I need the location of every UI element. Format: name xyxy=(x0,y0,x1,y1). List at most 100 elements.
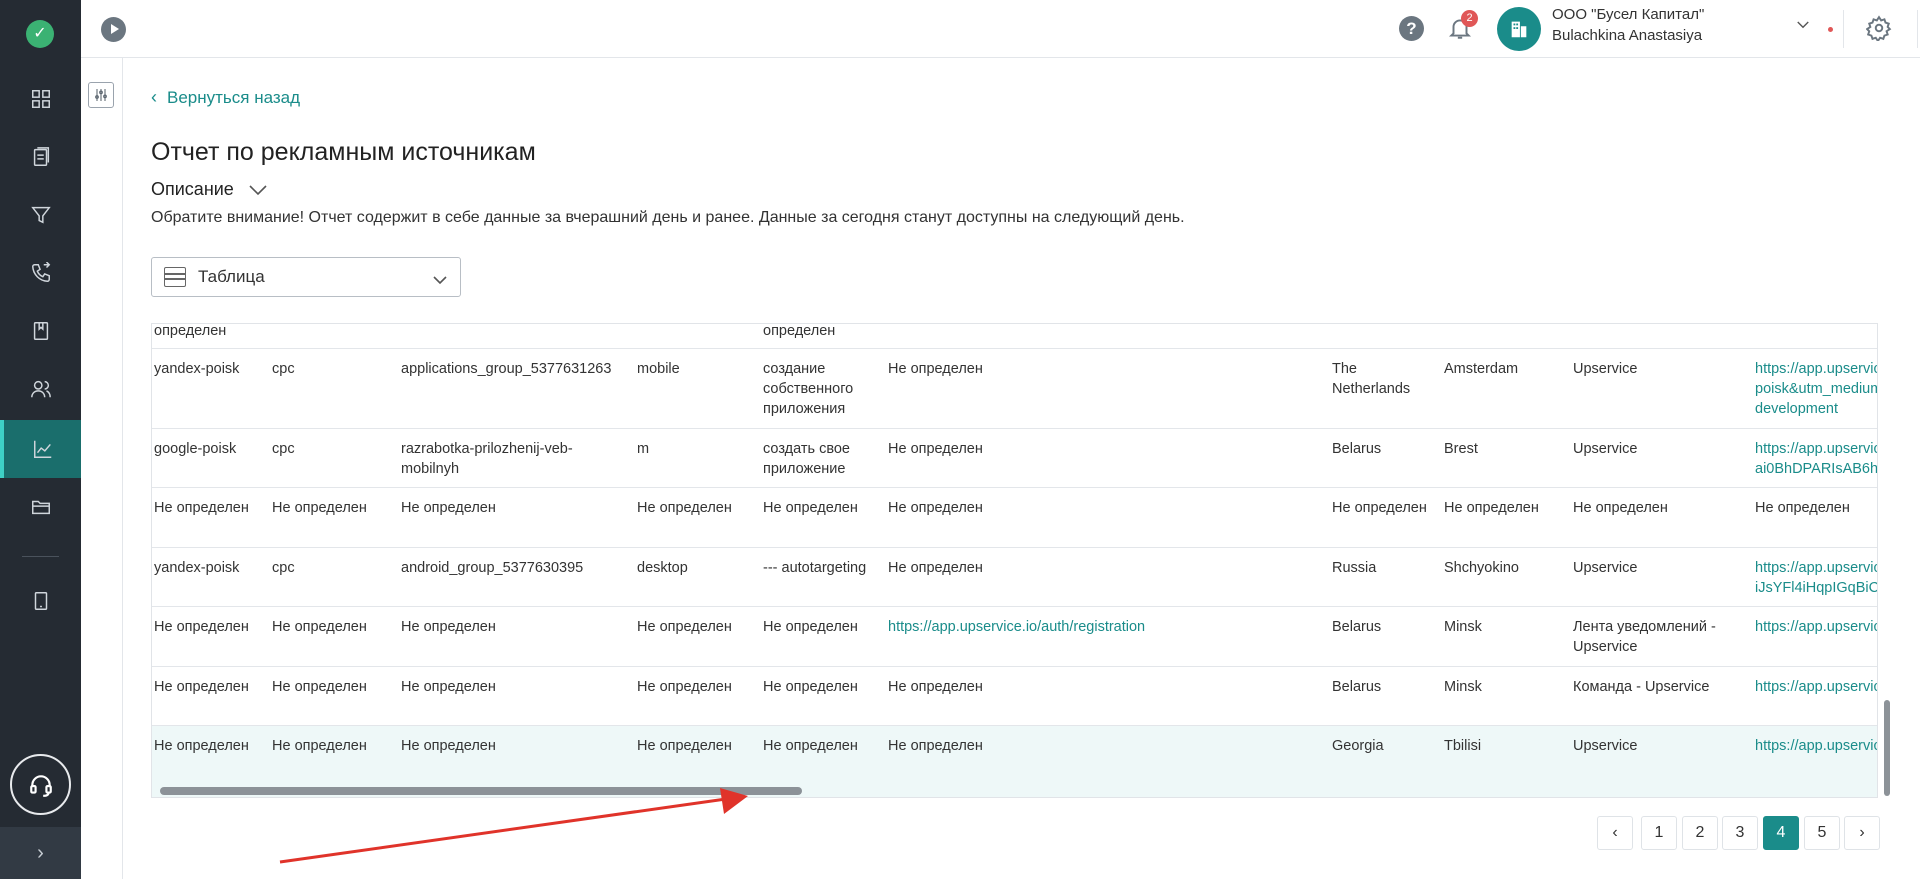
table-cell: Команда - Upservice xyxy=(1573,679,1710,695)
table-cell: Не определен xyxy=(637,500,732,516)
table-cell: Brest xyxy=(1444,441,1478,457)
table-body: определен определен yandex-poisk cpc app… xyxy=(152,324,1878,797)
nav-funnel-icon[interactable] xyxy=(0,186,81,244)
company-name[interactable]: ООО "Бусел Капитал" xyxy=(1552,6,1704,23)
url-link-line: development xyxy=(1755,401,1839,417)
table-cell: Upservice xyxy=(1573,560,1638,576)
nav-folder-icon[interactable] xyxy=(0,478,81,536)
url-link-line: ai0BhDPARIsAB6hm xyxy=(1755,461,1878,477)
account-chevron-down-icon[interactable] xyxy=(1794,16,1812,34)
table-cell: Upservice xyxy=(1573,361,1638,377)
table-cell: Не определен xyxy=(401,679,496,695)
report-table[interactable]: определен определен yandex-poisk cpc app… xyxy=(151,323,1878,798)
pagination-page-5[interactable]: 5 xyxy=(1804,816,1840,850)
table-cell: Не определен xyxy=(1444,500,1539,516)
table-row[interactable]: Не определен Не определен Не определен Н… xyxy=(152,488,1877,548)
nav-tablet-icon[interactable] xyxy=(0,572,81,630)
company-avatar-icon[interactable] xyxy=(1497,7,1541,51)
table-cell: Belarus xyxy=(1332,619,1382,635)
table-cell: Лента уведомлений - Upservice xyxy=(1573,619,1716,655)
table-cell: android_group_5377630395 xyxy=(401,560,584,576)
url-link[interactable]: https://app.upservice iJsYFl4iHqpIGqBiC5… xyxy=(1755,558,1878,598)
table-cell: Не определен xyxy=(888,738,983,754)
description-label: Описание xyxy=(151,179,234,199)
url-link-line: https://app.upservice xyxy=(1755,560,1878,576)
table-cell: Не определен xyxy=(763,619,858,635)
url-link[interactable]: https://app.upservice poisk&utm_medium d… xyxy=(1755,359,1878,419)
nav-users-icon[interactable] xyxy=(0,360,81,418)
play-icon[interactable] xyxy=(101,17,126,42)
table-cell: Не определен xyxy=(763,500,858,516)
table-cell: создание собственного приложения xyxy=(763,361,854,417)
pagination-page-1[interactable]: 1 xyxy=(1641,816,1677,850)
page-title: Отчет по рекламным источникам xyxy=(151,138,536,166)
help-icon[interactable]: ? xyxy=(1399,16,1424,41)
pagination-page-4-current[interactable]: 4 xyxy=(1763,816,1799,850)
table-cell: Не определен xyxy=(1755,500,1850,516)
nav-phone-icon[interactable] xyxy=(0,244,81,302)
back-link[interactable]: ‹ Вернуться назад xyxy=(151,87,300,108)
table-cell: Не определен xyxy=(272,679,367,695)
table-icon xyxy=(164,267,186,287)
table-cell: определен xyxy=(154,324,227,339)
table-row[interactable]: Не определен Не определен Не определен Н… xyxy=(152,667,1877,726)
table-cell: Не определен xyxy=(763,738,858,754)
pagination-page-2[interactable]: 2 xyxy=(1682,816,1718,850)
support-headset-icon[interactable] xyxy=(10,754,71,815)
expand-sidebar-chevron-icon[interactable]: › xyxy=(0,827,81,879)
registration-url-link[interactable]: https://app.upservice.io/auth/registrati… xyxy=(888,617,1318,637)
nav-divider xyxy=(22,556,59,557)
main-sidebar: ✓ › xyxy=(0,0,81,879)
table-row[interactable]: yandex-poisk cpc android_group_537763039… xyxy=(152,548,1878,607)
table-cell: Tbilisi xyxy=(1444,738,1482,754)
table-row: определен определен xyxy=(152,324,1877,349)
table-cell: applications_group_5377631263 xyxy=(401,361,612,377)
table-cell: cpc xyxy=(272,361,295,377)
table-cell: Upservice xyxy=(1573,738,1638,754)
app-logo-icon[interactable]: ✓ xyxy=(26,20,54,48)
table-cell: Amsterdam xyxy=(1444,361,1519,377)
table-cell: Не определен xyxy=(272,738,367,754)
vertical-scrollbar[interactable] xyxy=(1884,700,1890,796)
nav-documents-icon[interactable] xyxy=(0,128,81,186)
description-toggle[interactable]: Описание xyxy=(151,179,268,200)
table-cell: google-poisk xyxy=(154,441,237,457)
table-cell: yandex-poisk xyxy=(154,560,240,576)
url-link-line: poisk&utm_medium xyxy=(1755,381,1878,397)
table-cell: Не определен xyxy=(154,679,249,695)
url-link[interactable]: https://app.upservice xyxy=(1755,617,1877,637)
table-cell: Belarus xyxy=(1332,441,1382,457)
pagination-page-3[interactable]: 3 xyxy=(1722,816,1758,850)
table-cell: Не определен xyxy=(401,500,496,516)
user-name[interactable]: Bulachkina Anastasiya xyxy=(1552,27,1702,44)
table-cell: Minsk xyxy=(1444,619,1482,635)
pagination-prev-button[interactable]: ‹ xyxy=(1597,816,1633,850)
table-cell: Не определен xyxy=(637,679,732,695)
table-row[interactable]: yandex-poisk cpc applications_group_5377… xyxy=(152,349,1878,429)
filter-settings-icon[interactable] xyxy=(88,82,114,108)
pagination-next-button[interactable]: › xyxy=(1844,816,1880,850)
table-cell: Не определен xyxy=(154,738,249,754)
table-cell: Не определен xyxy=(401,738,496,754)
nav-book-icon[interactable] xyxy=(0,302,81,360)
url-link[interactable]: https://app.upservice xyxy=(1755,677,1877,697)
url-link[interactable]: https://app.upservice ai0BhDPARIsAB6hm xyxy=(1755,439,1878,479)
topbar-divider xyxy=(1917,10,1918,48)
settings-gear-icon[interactable] xyxy=(1865,15,1892,43)
nav-dashboard-icon[interactable] xyxy=(0,70,81,128)
table-cell: Не определен xyxy=(272,619,367,635)
table-row[interactable]: Не определен Не определен Не определен Н… xyxy=(152,607,1877,667)
table-cell: Upservice xyxy=(1573,441,1638,457)
view-mode-select[interactable]: Таблица xyxy=(151,257,461,297)
top-bar: ? 2 ООО "Бусел Капитал" Bulachkina Anast… xyxy=(81,0,1920,58)
table-cell: Не определен xyxy=(272,500,367,516)
table-cell: desktop xyxy=(637,560,688,576)
table-cell: Не определен xyxy=(637,619,732,635)
table-cell: Не определен xyxy=(763,679,858,695)
nav-reports-chart-icon[interactable] xyxy=(0,420,81,478)
url-link[interactable]: https://app.upservice xyxy=(1755,736,1877,756)
table-cell: Не определен xyxy=(637,738,732,754)
table-row[interactable]: google-poisk cpc razrabotka-prilozhenij-… xyxy=(152,429,1878,488)
table-cell: --- autotargeting xyxy=(763,560,867,576)
table-cell: Не определен xyxy=(154,500,249,516)
